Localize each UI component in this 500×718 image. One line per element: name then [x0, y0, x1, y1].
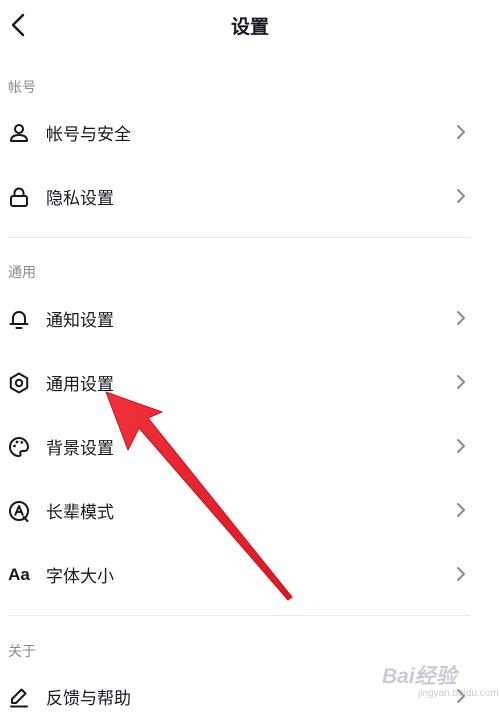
- annotation-arrow: [105, 391, 293, 601]
- settings-item-label: 反馈与帮助: [46, 689, 131, 709]
- chevron-right-icon: [457, 503, 465, 517]
- watermark-brand: Bai经验: [382, 665, 457, 688]
- chevron-right-icon: [457, 189, 465, 203]
- elder-mode-icon: [6, 498, 32, 524]
- settings-item-elder-mode[interactable]: 长辈模式: [0, 488, 480, 532]
- chevron-right-icon: [457, 439, 465, 453]
- settings-item-label: 长辈模式: [46, 503, 114, 523]
- chevron-right-icon: [457, 567, 465, 581]
- page-title: 设置: [230, 16, 269, 38]
- settings-item-label: 帐号与安全: [46, 125, 131, 145]
- settings-item-label: 字体大小: [46, 567, 114, 587]
- font-size-icon-text: Aa: [8, 565, 30, 584]
- settings-item-label: 背景设置: [46, 439, 114, 459]
- settings-item-privacy[interactable]: 隐私设置: [0, 174, 480, 218]
- user-icon: [6, 120, 32, 146]
- bell-icon: [6, 306, 32, 332]
- settings-item-label: 通用设置: [46, 375, 114, 395]
- settings-item-notifications[interactable]: 通知设置: [0, 296, 480, 340]
- section-divider: [8, 237, 470, 238]
- edit-icon: [6, 684, 32, 710]
- gear-icon: [6, 370, 32, 396]
- section-title-account: 帐号: [8, 80, 36, 96]
- palette-icon: [6, 434, 32, 460]
- section-divider: [8, 615, 470, 616]
- header: 设置: [0, 0, 500, 52]
- chevron-right-icon: [457, 125, 465, 139]
- watermark-sub: jingyan.baidu.com: [418, 688, 499, 699]
- lock-icon: [6, 184, 32, 210]
- chevron-right-icon: [457, 311, 465, 325]
- settings-item-account-security[interactable]: 帐号与安全: [0, 110, 480, 154]
- section-title-about: 关于: [8, 644, 36, 660]
- baidu-watermark: Bai经验 jingyan.baidu.com: [378, 652, 499, 708]
- section-title-general: 通用: [8, 265, 36, 281]
- settings-item-label: 隐私设置: [46, 189, 114, 209]
- settings-item-label: 通知设置: [46, 311, 114, 331]
- font-size-icon: Aa: [6, 562, 32, 588]
- chevron-right-icon: [457, 375, 465, 389]
- settings-item-background[interactable]: 背景设置: [0, 424, 480, 468]
- settings-item-font-size[interactable]: Aa 字体大小: [0, 552, 480, 596]
- settings-item-general[interactable]: 通用设置: [0, 360, 480, 404]
